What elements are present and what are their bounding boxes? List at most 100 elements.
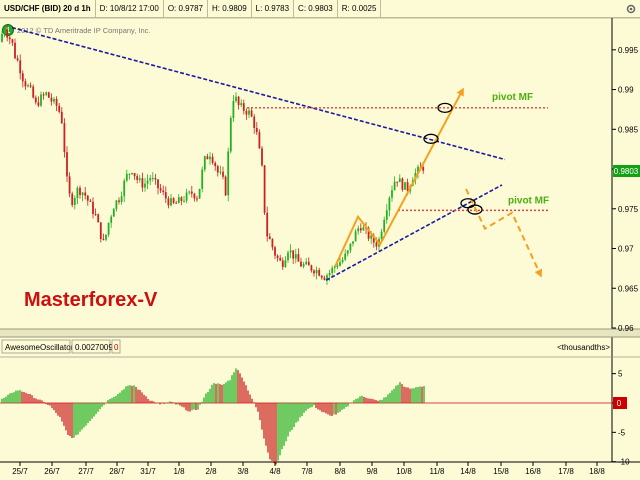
time-axis: 25/7 26/7 27/7 28/7 31/7 1/8 2/8 3/8 4/8 7/8 8/8 9/… <box>12 462 605 476</box>
time-tick-label: 9/8 <box>366 467 378 476</box>
candle-body <box>344 253 347 260</box>
candle-body <box>167 198 170 206</box>
price-tick-label: 0.96 <box>618 324 634 333</box>
candle-body <box>11 39 14 43</box>
candle-body <box>53 98 55 102</box>
candle-body <box>388 197 391 211</box>
candle-body <box>73 197 76 205</box>
pane-separator[interactable] <box>0 329 640 337</box>
candle-body <box>16 58 19 61</box>
indicator-zero-flag: 0 <box>114 343 119 352</box>
candle-body <box>235 96 237 101</box>
candle-body <box>123 180 126 197</box>
candle-body <box>214 162 217 167</box>
chart-canvas[interactable]: 1 2012 © TD Ameritrade IP Company, Inc. … <box>0 0 640 480</box>
candle-body <box>42 94 45 96</box>
candle-body <box>263 165 266 213</box>
candle-body <box>185 192 188 201</box>
candle-body <box>336 265 339 267</box>
candle-body <box>266 212 269 237</box>
candle-body <box>401 178 404 190</box>
time-tick-label: 11/8 <box>430 467 446 476</box>
candle-body <box>281 260 284 268</box>
candle-body <box>209 156 211 160</box>
candle-body <box>79 187 81 195</box>
candle-body <box>115 200 118 209</box>
time-tick-label: 26/7 <box>44 467 60 476</box>
candle-body <box>227 151 230 196</box>
candle-body <box>151 177 154 179</box>
price-tick-label: 0.985 <box>618 125 639 134</box>
candle-body <box>32 86 35 98</box>
time-tick-label: 18/8 <box>589 467 605 476</box>
oscillator-tick-label: -5 <box>618 428 626 437</box>
candle-body <box>313 270 315 274</box>
candle-body <box>339 262 341 266</box>
candle-body <box>71 193 74 205</box>
candle-body <box>21 73 24 82</box>
candle-body <box>118 200 120 202</box>
candle-body <box>14 42 16 59</box>
indicator-name[interactable]: AwesomeOscillator <box>5 343 74 352</box>
price-tick-label: 0.995 <box>618 46 639 55</box>
candle-body <box>172 198 175 203</box>
candle-body <box>180 197 183 201</box>
candle-body <box>268 236 271 240</box>
candle-body <box>357 228 360 232</box>
candle-body <box>279 257 282 261</box>
candle-body <box>318 269 321 276</box>
price-tick-label: 0.99 <box>618 86 634 95</box>
candle-body <box>248 110 250 115</box>
time-tick-label: 15/8 <box>493 467 509 476</box>
time-tick-label: 31/7 <box>140 467 156 476</box>
candle-body <box>258 132 261 149</box>
awesome-oscillator-bars <box>0 368 612 465</box>
candle-body <box>50 97 53 102</box>
candle-body <box>149 178 152 181</box>
candle-body <box>331 267 334 274</box>
candle-body <box>271 239 274 248</box>
candle-body <box>201 169 204 189</box>
candle-body <box>393 181 396 191</box>
candle-body <box>391 190 393 198</box>
candle-body <box>396 181 399 183</box>
candle-body <box>94 214 97 216</box>
candle-body <box>294 254 297 259</box>
pivot-label-lower: pivot MF <box>508 195 549 206</box>
candle-body <box>341 259 344 263</box>
candle-body <box>320 275 323 278</box>
candle-body <box>203 156 206 170</box>
candle-body <box>310 265 313 271</box>
candle-body <box>162 190 165 193</box>
candle-body <box>63 123 66 153</box>
time-tick-label: 2/8 <box>205 467 217 476</box>
candle-body <box>302 264 305 267</box>
candle-body <box>1 34 3 42</box>
candle-body <box>154 177 157 180</box>
candle-body <box>37 102 40 106</box>
candle-body <box>188 191 191 193</box>
svg-text:0.9803: 0.9803 <box>614 167 639 176</box>
candle-body <box>287 252 289 261</box>
candle-body <box>219 171 222 173</box>
candle-body <box>261 148 263 166</box>
candle-body <box>125 173 128 181</box>
candlesticks <box>1 24 425 285</box>
pivot-label-upper: pivot MF <box>492 92 533 103</box>
candle-body <box>315 269 318 274</box>
candle-body <box>34 97 37 103</box>
up-trendline <box>325 184 503 282</box>
candle-body <box>216 166 219 173</box>
candle-body <box>198 188 201 199</box>
last-price-marker: 0.9803 <box>613 165 640 177</box>
candle-body <box>159 188 162 191</box>
analysis-overlays: pivot MF pivot MF <box>11 26 549 282</box>
candle-body <box>422 167 425 171</box>
candle-body <box>97 214 100 223</box>
candle-body <box>89 200 92 202</box>
time-tick-label: 3/8 <box>237 467 249 476</box>
chart-window: USD/CHF (BID) 20 d 1h D: 10/8/12 17:00 O… <box>0 0 640 480</box>
candle-body <box>274 247 276 256</box>
candle-body <box>255 127 258 133</box>
candle-body <box>136 176 139 180</box>
